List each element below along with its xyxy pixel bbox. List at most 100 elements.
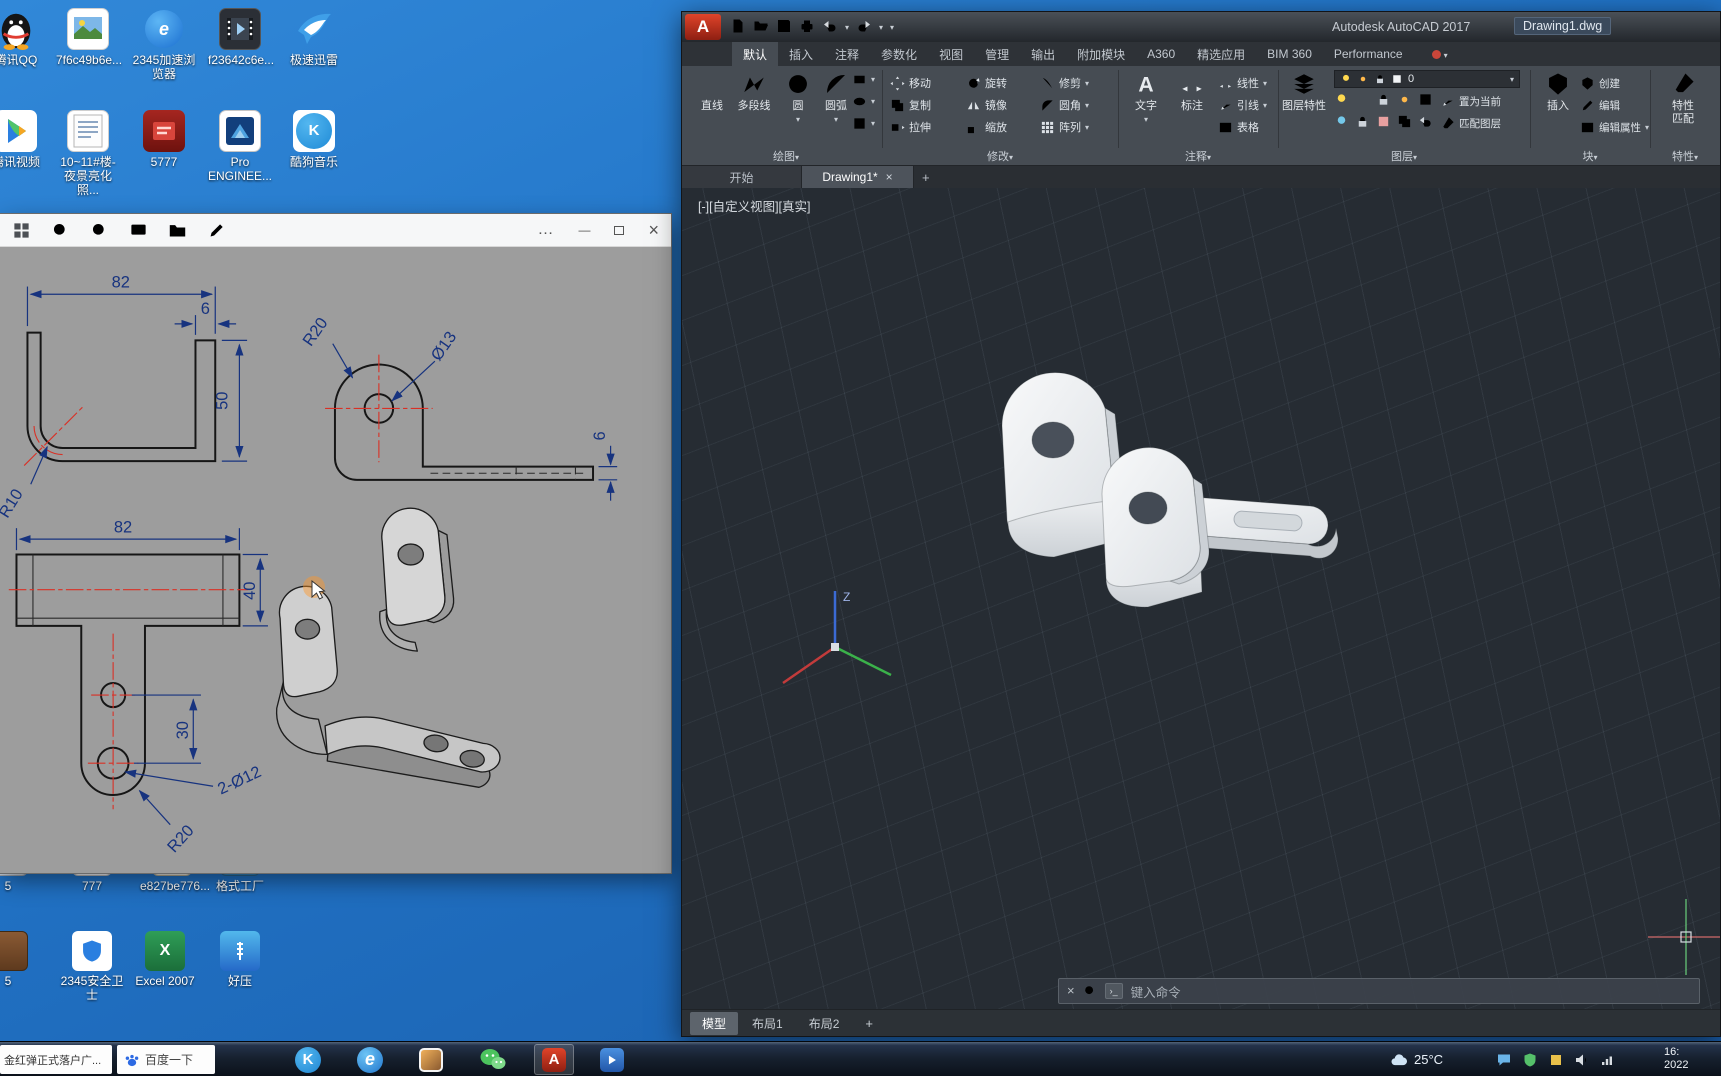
command-input[interactable]: 键入命令 <box>1131 982 1181 1001</box>
layer-prev-icon[interactable] <box>1418 114 1433 129</box>
text-button[interactable]: 文字 <box>1124 70 1168 126</box>
properties-panel-label[interactable]: 特性 <box>1650 148 1720 164</box>
ribbon-tab-insert[interactable]: 插入 <box>778 42 824 66</box>
taskbar-media-player[interactable] <box>592 1044 632 1075</box>
tray-update-icon[interactable] <box>1548 1052 1564 1068</box>
desktop-icon-qq[interactable]: 腾讯QQ <box>0 8 48 67</box>
fillet-button[interactable]: 圆角 <box>1040 96 1089 114</box>
ribbon-tab-addins[interactable]: 附加模块 <box>1066 42 1136 66</box>
match-layer-button[interactable]: 匹配图层 <box>1440 114 1501 132</box>
scale-button[interactable]: 缩放 <box>966 118 1007 136</box>
table-button[interactable]: 表格 <box>1218 118 1259 136</box>
tray-chat-icon[interactable] <box>1496 1052 1512 1068</box>
desktop-icon-excel[interactable]: Excel 2007 <box>133 931 197 988</box>
edit-block-button[interactable]: 编辑 <box>1580 96 1620 114</box>
desktop-icon-tencent-video[interactable]: 腾讯视频 <box>0 110 48 169</box>
tab-layout1[interactable]: 布局1 <box>740 1012 795 1035</box>
tab-model[interactable]: 模型 <box>690 1011 739 1035</box>
file-tab-drawing1[interactable]: Drawing1* <box>802 166 914 188</box>
layer-off-icon[interactable] <box>1334 114 1349 129</box>
ribbon-tab-default[interactable]: 默认 <box>732 42 779 66</box>
tray-shield-icon[interactable] <box>1522 1052 1538 1068</box>
ellipse-button[interactable] <box>852 92 875 110</box>
desktop-icon-haozip[interactable]: 好压 <box>208 931 272 988</box>
desktop-icon-5777[interactable]: 5777 <box>132 110 196 169</box>
taskbar-weather[interactable]: 25°C <box>1390 1042 1443 1076</box>
acad-app-button[interactable] <box>685 14 721 40</box>
desktop-icon-media-file[interactable]: f23642c6e... <box>208 8 274 67</box>
match-properties-button[interactable]: 特性匹配 <box>1658 70 1708 126</box>
ribbon-tab-a360[interactable]: A360 <box>1136 42 1186 66</box>
layer-isolate-icon[interactable] <box>1397 92 1412 107</box>
polyline-button[interactable]: 多段线 <box>732 70 776 113</box>
modify-panel-label[interactable]: 修改 <box>882 148 1118 164</box>
open-file-icon[interactable] <box>753 18 769 34</box>
undo-icon[interactable] <box>822 18 838 34</box>
command-search-icon[interactable] <box>1083 984 1097 998</box>
viewer-content[interactable]: 82 6 50 R10 R20 Ø13 6 82 40 30 2-Ø12 R20 <box>0 247 671 873</box>
close-tab-icon[interactable] <box>886 170 893 184</box>
qat-customize-icon[interactable] <box>890 17 894 35</box>
ribbon-tab-parametric[interactable]: 参数化 <box>870 42 928 66</box>
ribbon-tab-manage[interactable]: 管理 <box>974 42 1020 66</box>
ribbon-tab-output[interactable]: 输出 <box>1020 42 1066 66</box>
ribbon-tab-view[interactable]: 视图 <box>928 42 974 66</box>
layer-delete-icon[interactable] <box>1376 114 1391 129</box>
desktop-icon-kugou[interactable]: 酷狗音乐 <box>282 110 346 169</box>
layers-panel-label[interactable]: 图层 <box>1278 148 1530 164</box>
layer-on-icon[interactable] <box>1334 92 1349 107</box>
hatch-button[interactable] <box>852 114 875 132</box>
trim-button[interactable]: 修剪 <box>1040 74 1089 92</box>
rotate-button[interactable]: 旋转 <box>966 74 1007 92</box>
network-icon[interactable] <box>1600 1052 1616 1068</box>
slideshow-icon[interactable] <box>129 221 148 240</box>
line-button[interactable]: 直线 <box>690 70 734 113</box>
new-drawing-tab-button[interactable] <box>914 166 938 188</box>
tab-layout2[interactable]: 布局2 <box>797 1012 852 1035</box>
layer-freeze-icon[interactable] <box>1355 92 1370 107</box>
annotate-panel-label[interactable]: 注释 <box>1118 148 1278 164</box>
mirror-button[interactable]: 镜像 <box>966 96 1007 114</box>
leader-button[interactable]: 引线 <box>1218 96 1267 114</box>
ribbon-tab-featured[interactable]: 精选应用 <box>1186 42 1256 66</box>
taskbar-kugou[interactable] <box>288 1044 328 1075</box>
taskbar-clock[interactable]: 16: 2022 <box>1664 1046 1721 1072</box>
save-icon[interactable] <box>776 18 792 34</box>
taskbar-wechat[interactable] <box>473 1044 513 1075</box>
volume-icon[interactable] <box>1574 1052 1590 1068</box>
ribbon-options-button[interactable] <box>1424 42 1456 66</box>
linear-dim-button[interactable]: 线性 <box>1218 74 1267 92</box>
undo-dropdown-icon[interactable] <box>845 17 849 35</box>
layer-unlock-icon[interactable] <box>1355 114 1370 129</box>
redo-dropdown-icon[interactable] <box>879 17 883 35</box>
draw-panel-label[interactable]: 绘图 <box>690 148 882 164</box>
plot-icon[interactable] <box>799 18 815 34</box>
zoom-in-icon[interactable] <box>51 221 70 240</box>
desktop-icon-edge2[interactable]: 5 <box>0 931 40 988</box>
desktop-icon-document[interactable]: 10~11#楼-夜景亮化照... <box>56 110 120 197</box>
taskbar-photo-viewer[interactable] <box>411 1044 451 1075</box>
edit-attributes-button[interactable]: 编辑属性 <box>1580 118 1649 136</box>
minimize-button[interactable] <box>578 221 590 239</box>
desktop-icon-image-file[interactable]: 7f6c49b6e... <box>56 8 122 67</box>
edit-icon[interactable] <box>207 221 226 240</box>
array-button[interactable]: 阵列 <box>1040 118 1089 136</box>
desktop-icon-xunlei[interactable]: 极速迅雷 <box>282 8 346 67</box>
insert-block-button[interactable]: 插入 <box>1536 70 1580 113</box>
ribbon-tab-performance[interactable]: Performance <box>1323 42 1414 66</box>
close-command-icon[interactable] <box>1067 982 1075 1000</box>
news-ticker[interactable]: 金红弹正式落户广... <box>0 1045 112 1074</box>
baidu-search-button[interactable]: 百度一下 <box>117 1045 215 1074</box>
desktop-icon-2345-guard[interactable]: 2345安全卫士 <box>60 931 124 1002</box>
layer-properties-button[interactable]: 图层特性 <box>1282 70 1326 113</box>
dimension-button[interactable]: 标注 <box>1170 70 1214 113</box>
layer-lock-icon[interactable] <box>1376 92 1391 107</box>
make-current-button[interactable]: 置为当前 <box>1440 92 1501 110</box>
layer-dropdown[interactable]: 0 <box>1334 70 1520 88</box>
file-tab-start[interactable]: 开始 <box>682 166 802 188</box>
download-icon[interactable] <box>246 221 265 240</box>
close-button[interactable] <box>648 220 659 241</box>
command-line[interactable]: 键入命令 <box>1058 978 1700 1004</box>
create-block-button[interactable]: 创建 <box>1580 74 1620 92</box>
new-file-icon[interactable] <box>730 18 746 34</box>
